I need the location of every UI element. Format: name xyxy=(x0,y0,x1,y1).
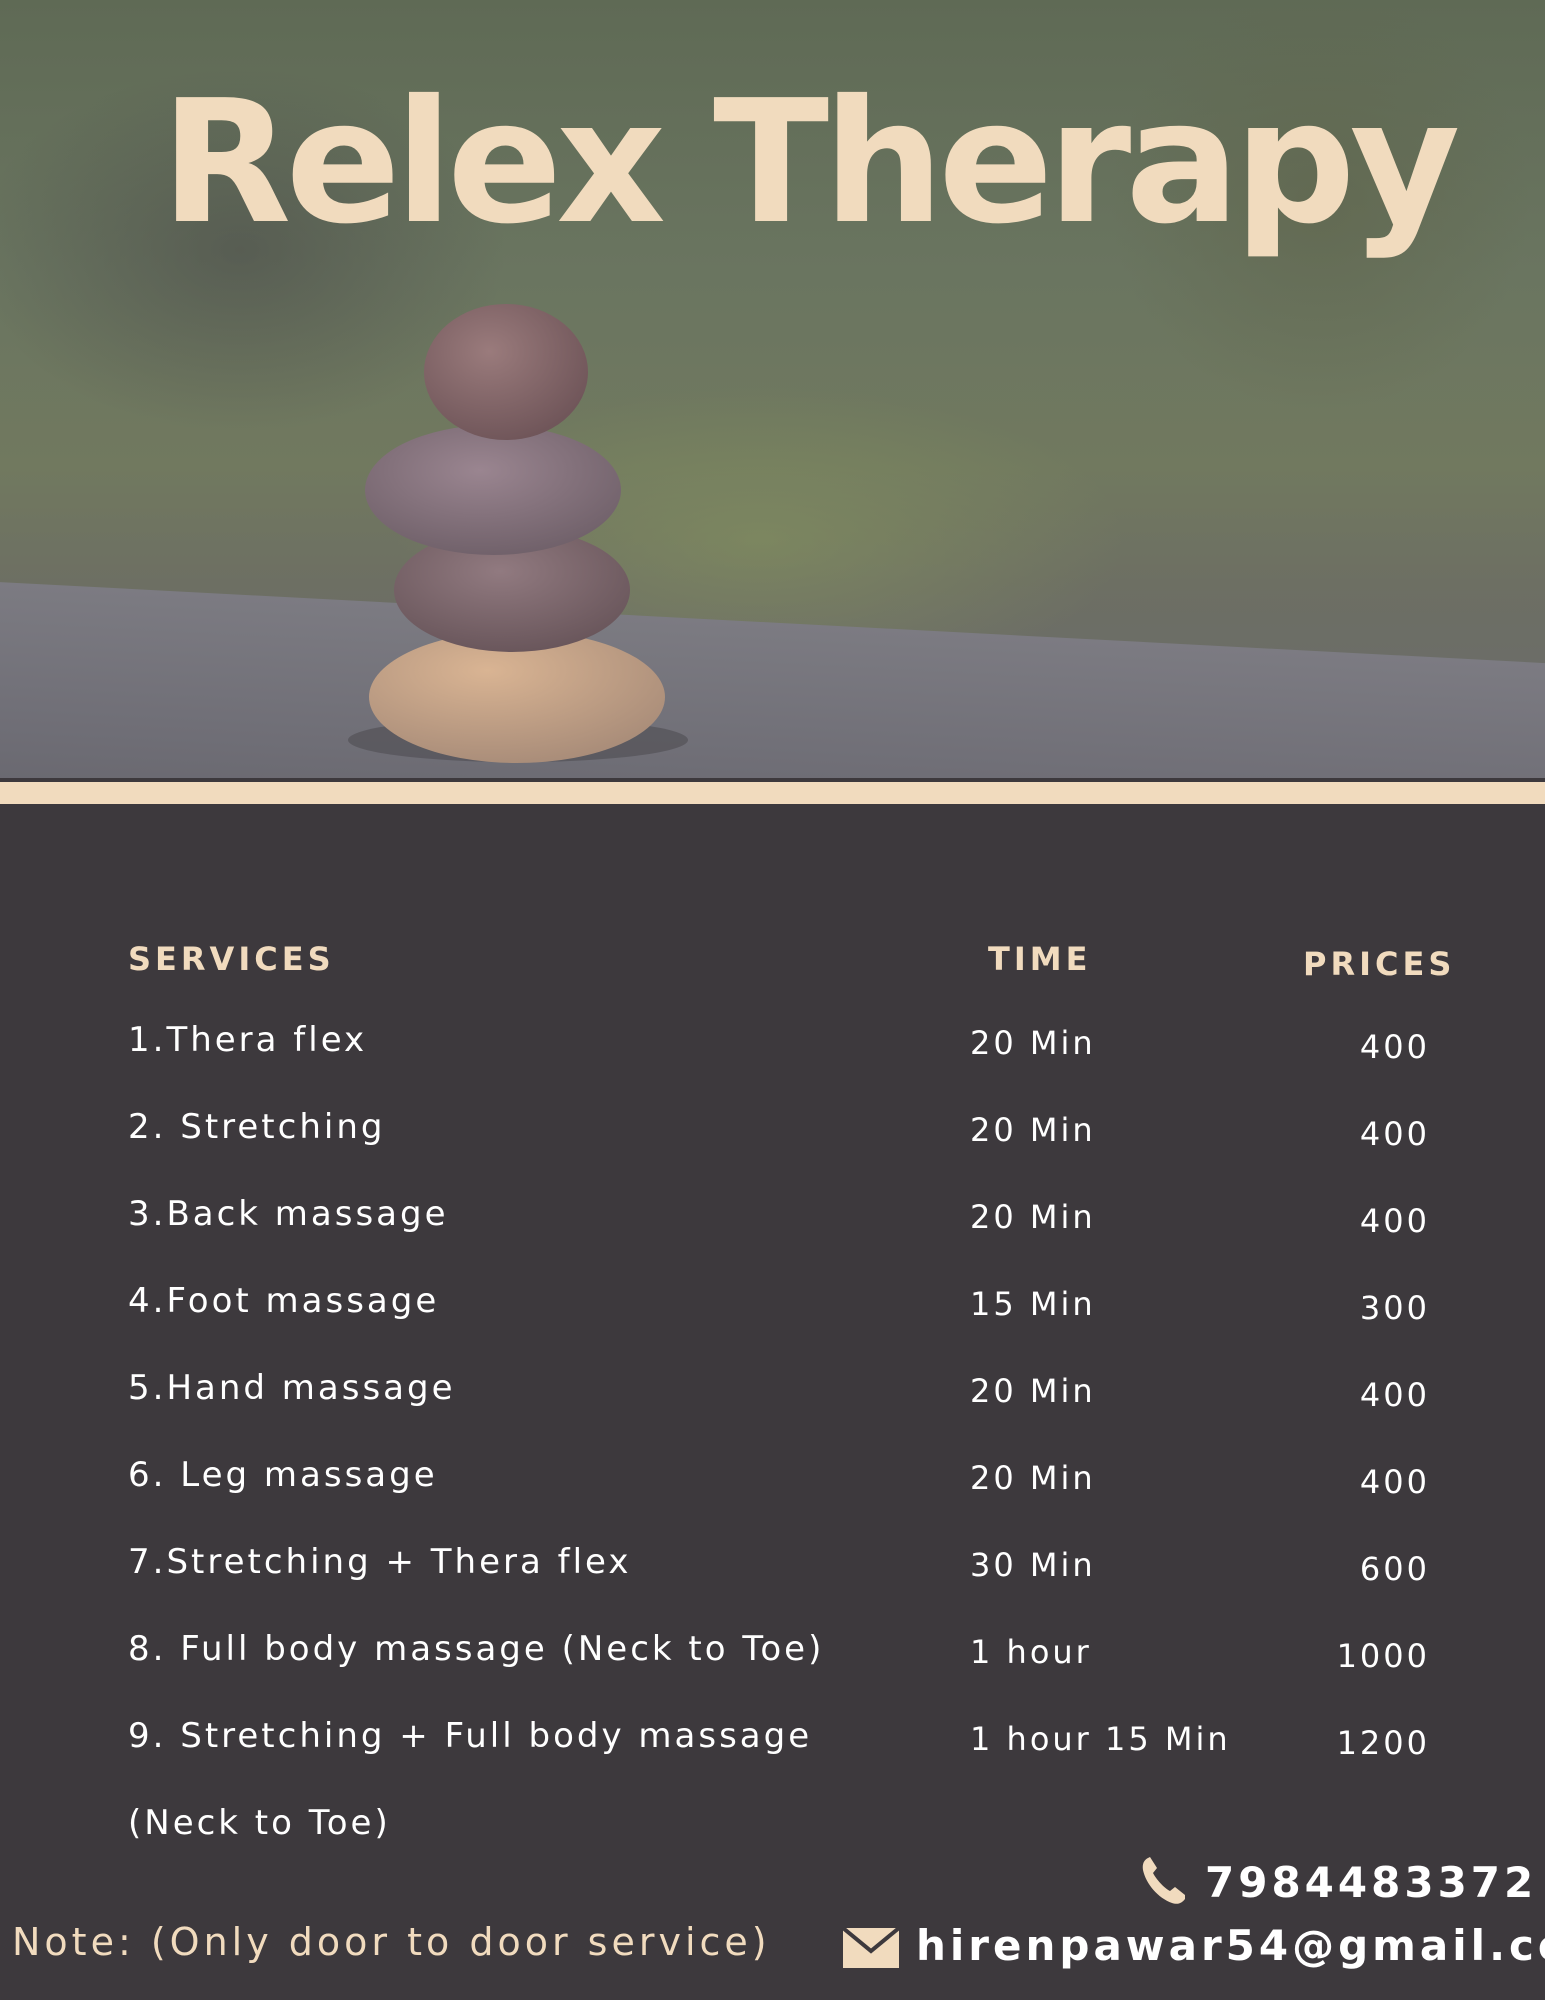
phone-number[interactable]: 7984483372 xyxy=(1205,1858,1537,1907)
service-time: 20 Min xyxy=(970,1198,1096,1236)
email-address[interactable]: hirenpawar54@gmail.com xyxy=(916,1921,1545,1970)
service-time: 1 hour xyxy=(970,1633,1092,1671)
service-name-continuation: (Neck to Toe) xyxy=(128,1803,391,1843)
service-note: Note: (Only door to door service) xyxy=(12,1920,771,1964)
service-time: 20 Min xyxy=(970,1111,1096,1149)
service-name: 5.Hand massage xyxy=(128,1368,456,1408)
service-name: 6. Leg massage xyxy=(128,1455,438,1495)
service-name: 8. Full body massage (Neck to Toe) xyxy=(128,1629,825,1669)
service-time: 1 hour 15 Min xyxy=(970,1720,1231,1758)
service-price: 1200 xyxy=(1336,1724,1430,1762)
service-price: 400 xyxy=(1359,1202,1430,1240)
service-price: 400 xyxy=(1359,1376,1430,1414)
service-time: 20 Min xyxy=(970,1459,1096,1497)
page-title: Relex Therapy xyxy=(160,64,1461,262)
hero-image: Relex Therapy xyxy=(0,0,1545,778)
service-price: 400 xyxy=(1359,1463,1430,1501)
service-price: 300 xyxy=(1359,1289,1430,1327)
service-name: 4.Foot massage xyxy=(128,1281,440,1321)
service-time: 20 Min xyxy=(970,1372,1096,1410)
service-time: 15 Min xyxy=(970,1285,1096,1323)
header-prices: PRICES xyxy=(1303,945,1456,983)
phone-icon[interactable] xyxy=(1140,1854,1188,1906)
service-name: 1.Thera flex xyxy=(128,1020,368,1060)
service-price: 400 xyxy=(1359,1115,1430,1153)
service-name: 2. Stretching xyxy=(128,1107,386,1147)
service-price: 1000 xyxy=(1336,1637,1430,1675)
service-time: 20 Min xyxy=(970,1024,1096,1062)
service-name: 3.Back massage xyxy=(128,1194,449,1234)
accent-divider xyxy=(0,782,1545,804)
service-name: 7.Stretching + Thera flex xyxy=(128,1542,632,1582)
envelope-icon[interactable] xyxy=(842,1927,900,1969)
service-name: 9. Stretching + Full body massage xyxy=(128,1716,813,1756)
service-time: 30 Min xyxy=(970,1546,1096,1584)
header-services: SERVICES xyxy=(128,940,335,978)
service-price: 400 xyxy=(1359,1028,1430,1066)
header-time: TIME xyxy=(988,940,1092,978)
service-price: 600 xyxy=(1359,1550,1430,1588)
